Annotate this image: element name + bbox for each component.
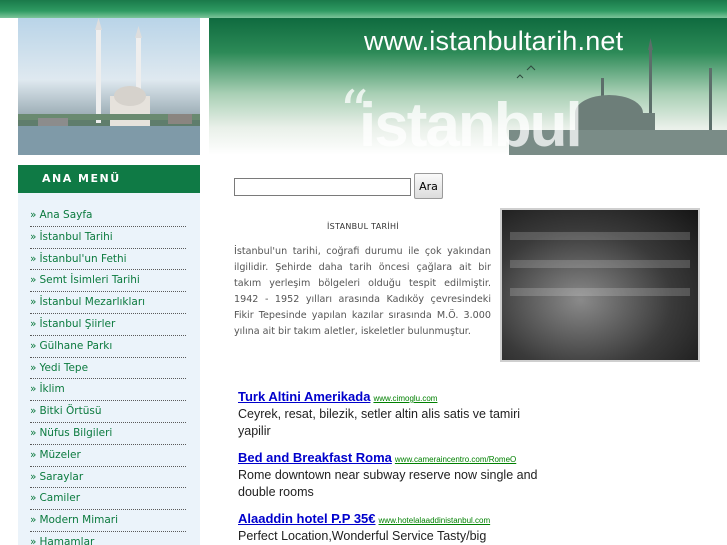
menu-item-label: Nüfus Bilgileri xyxy=(39,426,113,439)
main-menu-heading: ANA MENÜ xyxy=(18,165,200,193)
sponsored-links: Turk Altini Amerikada www.cimoglu.com Cey… xyxy=(238,386,538,545)
chevron-right-icon: » xyxy=(30,470,37,483)
istanbul-logo-text: istanbul xyxy=(359,91,583,155)
photo-shelf xyxy=(510,260,690,268)
ad-url-link[interactable]: www.cameraincentro.com/RomeO xyxy=(395,455,516,464)
chevron-right-icon: » xyxy=(30,209,37,221)
site-url-heading: www.istanbultarih.net xyxy=(364,26,624,56)
historic-shop-photo xyxy=(500,208,700,362)
chevron-right-icon: » xyxy=(30,296,37,309)
menu-item-label: Yedi Tepe xyxy=(39,361,89,374)
menu-item-mezarliklar[interactable]: » İstanbul Mezarlıkları xyxy=(30,292,186,314)
chevron-right-icon: » xyxy=(30,535,37,545)
chevron-right-icon: » xyxy=(30,426,37,439)
chevron-right-icon: » xyxy=(30,252,37,265)
chevron-right-icon: » xyxy=(30,514,37,527)
menu-item-label: Müzeler xyxy=(39,448,81,461)
menu-item-nufus-bilgileri[interactable]: » Nüfus Bilgileri xyxy=(30,423,186,445)
menu-item-label: İstanbul'un Fethi xyxy=(39,252,127,265)
menu-item-label: İklim xyxy=(39,383,65,396)
ad-item: Bed and Breakfast Roma www.cameraincentro… xyxy=(238,447,538,501)
chevron-right-icon: » xyxy=(30,339,37,352)
menu-item-ana-sayfa[interactable]: » Ana Sayfa xyxy=(30,205,186,227)
menu-item-saraylar[interactable]: » Saraylar xyxy=(30,467,186,489)
menu-item-label: Ana Sayfa xyxy=(39,209,93,221)
ad-url-link[interactable]: www.hotelalaaddinistanbul.com xyxy=(379,516,491,525)
ad-title-link[interactable]: Turk Altini Amerikada xyxy=(238,389,370,404)
header-banner: www.istanbultarih.net “ istanbul xyxy=(209,18,727,155)
chevron-right-icon: » xyxy=(30,274,37,287)
photo-shelf xyxy=(510,288,690,296)
menu-item-istanbul-fethi[interactable]: » İstanbul'un Fethi xyxy=(30,249,186,271)
menu-item-label: İstanbul Tarihi xyxy=(39,230,113,243)
menu-item-label: Saraylar xyxy=(39,470,84,483)
chevron-right-icon: » xyxy=(30,361,37,374)
mosque-photo xyxy=(18,18,200,155)
menu-item-label: Modern Mimari xyxy=(39,514,119,527)
chevron-right-icon: » xyxy=(30,405,37,418)
ad-description: Rome downtown near subway reserve now si… xyxy=(238,468,538,499)
menu-item-label: İstanbul Mezarlıkları xyxy=(39,296,146,309)
ad-item: Turk Altini Amerikada www.cimoglu.com Cey… xyxy=(238,386,538,440)
article-title: İSTANBUL TARİHİ xyxy=(326,222,400,231)
ad-url-link[interactable]: www.cimoglu.com xyxy=(373,394,437,403)
menu-item-hamamlar[interactable]: » Hamamlar xyxy=(30,532,186,545)
menu-item-gulhane-parki[interactable]: » Gülhane Parkı xyxy=(30,336,186,358)
top-banner-strip xyxy=(0,0,727,18)
chevron-right-icon: » xyxy=(30,383,37,396)
chevron-right-icon: » xyxy=(30,230,37,243)
menu-item-modern-mimari[interactable]: » Modern Mimari xyxy=(30,510,186,532)
menu-item-iklim[interactable]: » İklim xyxy=(30,379,186,402)
menu-item-muzeler[interactable]: » Müzeler xyxy=(30,445,186,467)
menu-list: » Ana Sayfa » İstanbul Tarihi » İstanbul'un… xyxy=(30,205,186,545)
menu-item-label: İstanbul Şiirler xyxy=(39,317,116,330)
mosque-illustration xyxy=(18,18,200,155)
menu-item-istanbul-tarihi[interactable]: » İstanbul Tarihi xyxy=(30,227,186,249)
ad-item: Alaaddin hotel P.P 35€ www.hotelalaaddini… xyxy=(238,508,538,545)
menu-item-label: Semt İsimleri Tarihi xyxy=(39,274,140,287)
chevron-right-icon: » xyxy=(30,492,37,505)
ad-title-link[interactable]: Alaaddin hotel P.P 35€ xyxy=(238,511,376,526)
menu-item-semt-isimleri[interactable]: » Semt İsimleri Tarihi xyxy=(30,270,186,293)
chevron-right-icon: » xyxy=(30,317,37,330)
menu-item-yedi-tepe[interactable]: » Yedi Tepe xyxy=(30,358,186,380)
article-body: İstanbul'un tarihi, coğrafi durumu ile ç… xyxy=(234,246,491,337)
main-menu: » Ana Sayfa » İstanbul Tarihi » İstanbul'un… xyxy=(18,193,200,545)
menu-item-siirler[interactable]: » İstanbul Şiirler xyxy=(30,314,186,336)
menu-item-label: Camiler xyxy=(39,492,81,505)
photo-shelf xyxy=(510,232,690,240)
menu-item-label: Bitki Örtüsü xyxy=(39,405,102,418)
menu-item-bitki-ortusu[interactable]: » Bitki Örtüsü xyxy=(30,401,186,423)
menu-item-camiler[interactable]: » Camiler xyxy=(30,488,186,511)
search-button[interactable]: Ara xyxy=(414,173,443,199)
ad-description: Perfect Location,Wonderful Service Tasty… xyxy=(238,529,487,543)
ad-description: Ceyrek, resat, bilezik, setler altin ali… xyxy=(238,407,521,438)
chevron-right-icon: » xyxy=(30,448,37,461)
ad-title-link[interactable]: Bed and Breakfast Roma xyxy=(238,450,392,465)
menu-item-label: Gülhane Parkı xyxy=(39,339,113,352)
menu-item-label: Hamamlar xyxy=(39,535,95,545)
search-input[interactable] xyxy=(234,178,411,196)
